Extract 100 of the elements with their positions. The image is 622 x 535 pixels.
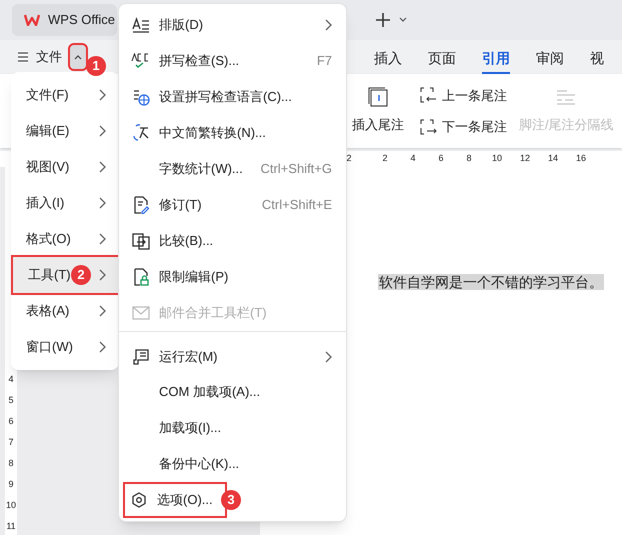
- menu-item-label: 比较(B)...: [131, 225, 214, 257]
- menu-item[interactable]: 备份中心(K)...: [119, 446, 346, 482]
- envelope-icon: [132, 306, 150, 320]
- menu-item[interactable]: COM 加载项(A)...: [119, 374, 346, 410]
- step-badge: 3: [221, 490, 241, 510]
- ruler-number: 8: [8, 458, 14, 469]
- chevron-right-icon: [98, 341, 106, 353]
- menu-item-label: 工具(T): [28, 266, 71, 284]
- spellcheck-icon: [131, 53, 151, 69]
- ribbon-tab[interactable]: 视: [590, 40, 604, 74]
- caret-down-icon[interactable]: [399, 17, 407, 23]
- chevron-right-icon: [98, 197, 106, 209]
- menu-item-label: 邮件合并工具栏(T): [131, 297, 267, 329]
- ruler-number: 7: [8, 437, 14, 448]
- ruler-number: 8: [465, 152, 472, 166]
- menu-item[interactable]: 窗口(W): [11, 329, 119, 365]
- ruler-number: 2: [381, 152, 388, 166]
- menu-item-label: 窗口(W): [26, 338, 73, 356]
- script-scroll-icon: [132, 348, 150, 366]
- endnote-icon: [368, 87, 388, 108]
- chevron-right-icon: [98, 125, 106, 137]
- menu-item[interactable]: 修订(T) Ctrl+Shift+E: [119, 187, 346, 223]
- convert-arrows-icon: [132, 124, 150, 142]
- align-lines-icon: [132, 17, 150, 33]
- ruler-number: 10: [492, 152, 502, 166]
- shortcut-text: Ctrl+Shift+G: [260, 160, 332, 178]
- menu-item-label: 修订(T): [131, 189, 202, 221]
- menu-item-label: 插入(I): [26, 194, 64, 212]
- ruler-number: 16: [576, 152, 586, 166]
- shortcut-text: Ctrl+Shift+E: [262, 196, 332, 214]
- ruler-number: 4: [8, 374, 14, 385]
- chevron-right-icon: [98, 233, 106, 245]
- menu-item[interactable]: 编辑(E): [11, 113, 119, 149]
- menu-item-label: 排版(D): [131, 9, 204, 41]
- caret-up-icon: [74, 54, 82, 60]
- endnote-nav-button[interactable]: 下一条尾注: [420, 117, 507, 136]
- menu-item-label: 字数统计(W)...: [158, 160, 243, 178]
- insert-endnote-button[interactable]: 插入尾注: [352, 87, 404, 135]
- menu-item[interactable]: 加载项(I)...: [119, 410, 346, 446]
- menu-item-label: 表格(A): [26, 302, 70, 320]
- menu-item[interactable]: 插入(I): [11, 185, 119, 221]
- menu-item-label: 设置拼写检查语言(C)...: [131, 81, 292, 113]
- ruler-number: 4: [409, 152, 416, 166]
- menu-item[interactable]: 视图(V): [11, 149, 119, 185]
- chevron-right-icon: [98, 269, 106, 281]
- menu-item-label: 加载项(I)...: [158, 419, 222, 438]
- ruler-number: 6: [437, 152, 444, 166]
- app-title: WPS Office: [48, 11, 115, 30]
- menu-item[interactable]: 字数统计(W)... Ctrl+Shift+G: [119, 151, 346, 187]
- app-tab[interactable]: WPS Office: [12, 4, 117, 36]
- ruler-number: 5: [8, 395, 14, 406]
- menu-icon[interactable]: [18, 52, 28, 62]
- menu-item-label: 格式(O): [26, 230, 71, 248]
- plus-icon[interactable]: [375, 12, 391, 28]
- menu-item[interactable]: 工具(T) 2: [13, 257, 119, 293]
- menu-item[interactable]: 格式(O): [11, 221, 119, 257]
- w-logo-icon: [24, 14, 40, 26]
- ruler-number: 6: [8, 416, 14, 427]
- menu-item-label: COM 加载项(A)...: [158, 383, 260, 402]
- ribbon-tab[interactable]: 审阅: [536, 40, 564, 74]
- shortcut-text: F7: [316, 52, 332, 70]
- ruler-number: 12: [520, 152, 530, 166]
- chevron-right-icon: [98, 305, 106, 317]
- menu-item-label: 中文简繁转换(N)...: [131, 117, 266, 149]
- document-pen-icon: [133, 196, 149, 214]
- ruler-number: 9: [8, 479, 14, 490]
- chevron-right-icon: [98, 161, 106, 173]
- menu-item[interactable]: 设置拼写检查语言(C)...: [119, 79, 346, 115]
- chevron-right-icon: [98, 89, 106, 101]
- compare-documents-icon: [132, 232, 150, 250]
- menu-item-label: 编辑(E): [26, 122, 70, 140]
- menu-item-label: 备份中心(K)...: [158, 455, 240, 474]
- menu-item-label: 视图(V): [26, 158, 70, 176]
- menu-item[interactable]: 比较(B)...: [119, 223, 346, 259]
- menu-item-label: 拼写检查(S)...: [131, 45, 240, 77]
- menu-item[interactable]: 表格(A): [11, 293, 119, 329]
- endnote-nav-button[interactable]: 上一条尾注: [420, 86, 507, 105]
- menu-item[interactable]: 选项(O)... 3: [119, 482, 346, 518]
- menu-item[interactable]: 运行宏(M): [119, 331, 346, 374]
- ribbon-tab[interactable]: 插入: [374, 40, 402, 74]
- ruler-number: 14: [548, 152, 558, 166]
- collapse-button[interactable]: [70, 45, 86, 69]
- menu-item[interactable]: 中文简繁转换(N)...: [119, 115, 346, 151]
- ruler-number: 11: [6, 521, 16, 532]
- chevron-right-icon: [324, 350, 332, 362]
- file-menu-label[interactable]: 文件: [36, 47, 62, 67]
- bracket-arrow-icon: [420, 87, 438, 104]
- locked-document-icon: [133, 268, 149, 286]
- menu-item[interactable]: 限制编辑(P): [119, 259, 346, 295]
- chevron-right-icon: [324, 19, 332, 31]
- ribbon-tab[interactable]: 页面: [428, 40, 456, 74]
- step-badge: 1: [86, 56, 106, 76]
- menu-item-label: 限制编辑(P): [131, 261, 228, 293]
- menu-item[interactable]: 文件(F): [11, 77, 119, 113]
- menu-item-label: 运行宏(M): [131, 340, 218, 372]
- menu-item[interactable]: 拼写检查(S)... F7: [119, 43, 346, 79]
- menu-item[interactable]: 排版(D): [119, 7, 346, 43]
- settings-icon: [131, 492, 147, 508]
- step-badge: 2: [71, 265, 91, 285]
- document-text: 软件自学网是一个不错的学习平台。: [378, 274, 604, 290]
